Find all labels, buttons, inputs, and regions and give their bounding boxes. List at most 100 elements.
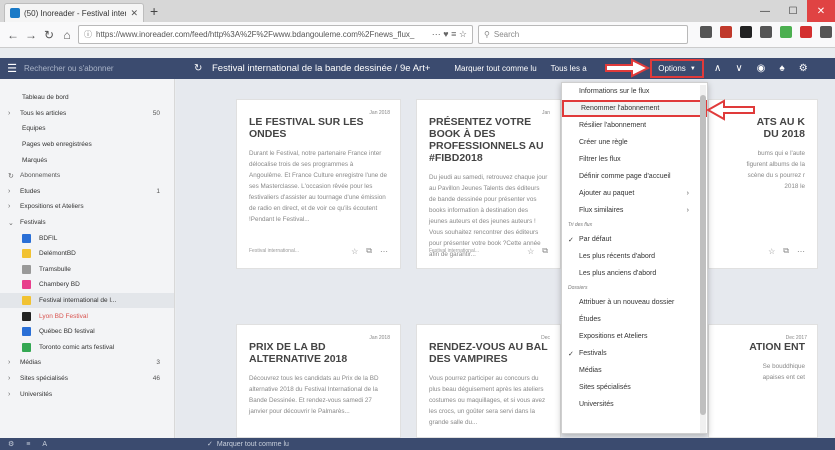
sidebar-item[interactable]: › Sites spécialisés 46 [0,371,174,387]
chevron-right-icon[interactable]: › [8,203,20,210]
sidebar-item[interactable]: Tableau de bord [0,90,174,106]
menu-item[interactable]: Flux similaires › [562,202,707,219]
browser-extension-icon[interactable] [720,26,732,38]
browser-tab[interactable]: (50) Inoreader - Festival internat... ✕ [4,3,144,22]
menu-item[interactable]: Filtrer les flux [562,151,707,168]
more-icon[interactable]: ⋯ [380,247,388,256]
chevron-right-icon[interactable]: › [8,391,20,398]
sidebar-item[interactable]: Québec BD festival [0,324,174,340]
chevron-right-icon[interactable]: › [8,110,20,117]
sidebar-item[interactable]: ↻ Abonnements [0,168,174,184]
sidebar-item[interactable]: ⌄ Festivals [0,215,174,231]
page-actions-icon[interactable]: ⋯ [432,29,441,39]
more-icon[interactable]: ⋯ [797,247,805,256]
menu-item[interactable]: Définir comme page d'accueil [562,168,707,185]
article-card[interactable]: Dec 2017 ATION ENT Se bouddhique apaises… [708,324,818,438]
close-tab-icon[interactable]: ✕ [130,8,138,19]
browser-extension-icon[interactable] [760,26,772,38]
article-title[interactable]: Le Festival sur les ondes [249,116,388,140]
chevron-right-icon[interactable]: ⌄ [8,219,20,227]
refresh-icon[interactable]: ↻ [8,172,20,180]
font-size-icon[interactable]: A [42,441,47,448]
sidebar-item[interactable]: Lyon BD Festival [0,308,174,324]
bell-icon[interactable]: ♠ [779,63,784,74]
star-icon[interactable]: ☆ [527,247,534,256]
sidebar-item[interactable]: Équipes [0,121,174,137]
menu-item[interactable]: Les plus anciens d'abord [562,265,707,282]
sidebar-item[interactable]: › Tous les articles 50 [0,106,174,122]
article-title[interactable]: ATION ENT [745,341,805,353]
menu-item[interactable]: Résilier l'abonnement [562,117,707,134]
list-view-icon[interactable]: ≡ [26,441,30,448]
sidebar-item[interactable]: BDFIL [0,230,174,246]
menu-item[interactable]: Attribuer à un nouveau dossier [562,294,707,311]
sidebar-item[interactable]: › Études 1 [0,184,174,200]
sidebar-item[interactable]: Tramsbulle [0,262,174,278]
sidebar-item[interactable]: › Expositions et Ateliers [0,199,174,215]
menu-item[interactable]: ✓ Festivals [562,345,707,362]
back-icon[interactable]: ← [4,28,22,42]
sidebar-item[interactable]: › Médias 3 [0,355,174,371]
star-icon[interactable]: ☆ [351,247,358,256]
refresh-icon[interactable]: ↻ [194,63,208,74]
menu-item[interactable]: Ajouter au paquet › [562,185,707,202]
menu-item[interactable]: ✓ Par défaut [562,231,707,248]
chevron-down-nav-icon[interactable]: ∨ [735,63,742,74]
article-card[interactable]: Jan Présentez votre book à des professio… [416,99,561,269]
app-search-input[interactable]: Rechercher ou s'abonner [24,64,174,73]
pocket-icon[interactable]: ♥ [443,29,448,39]
article-source[interactable]: Festival international... [429,248,519,254]
home-icon[interactable]: ⌂ [58,28,76,42]
menu-item[interactable]: Les plus récents d'abord [562,248,707,265]
menu-item[interactable]: Créer une règle [562,134,707,151]
settings-gear-icon[interactable]: ⚙ [799,63,808,74]
bookmark-star-icon[interactable]: ☆ [459,29,467,39]
settings-icon[interactable]: ⚙ [8,440,14,448]
chevron-right-icon[interactable]: › [8,375,20,382]
bottom-mark-all-read[interactable]: Marquer tout comme lu [217,441,289,448]
url-bar[interactable]: ⓘ https://www.inoreader.com/feed/http%3A… [78,25,473,44]
forward-icon[interactable]: → [22,28,40,42]
browser-search-bar[interactable]: ⚲ Search [478,25,688,44]
reader-view-icon[interactable]: ≡ [451,29,456,39]
maximize-icon[interactable]: ☐ [779,0,807,22]
browser-extension-icon[interactable] [780,26,792,38]
reload-icon[interactable]: ↻ [40,28,58,42]
article-title[interactable]: Rendez-vous au bal des vampires [429,341,548,365]
browser-extension-icon[interactable] [740,26,752,38]
sidebar-item[interactable]: Festival international de l... [0,292,174,309]
mark-all-read-button[interactable]: Marquer tout comme lu [454,64,536,73]
browser-extension-icon[interactable] [820,26,832,38]
chevron-up-icon[interactable]: ∧ [714,63,721,74]
all-items-filter[interactable]: Tous les a [551,64,587,73]
sidebar-item[interactable]: › Universités [0,386,174,402]
article-card[interactable]: Jan 2018 Le Festival sur les ondes Duran… [236,99,401,269]
browser-extension-icon[interactable] [700,26,712,38]
rename-subscription-item[interactable]: Renommer l'abonnement [562,100,707,117]
options-button[interactable]: Options ▼ [650,59,704,78]
article-card[interactable]: ATS AU K DU 2018 bums qui e l'aute figur… [708,99,818,269]
menu-item[interactable]: Études [562,311,707,328]
sidebar-item[interactable]: Toronto comic arts festival [0,340,174,356]
chevron-right-icon[interactable]: › [8,188,20,195]
open-external-icon[interactable]: ⧉ [783,246,789,256]
article-source[interactable]: Festival international... [249,248,343,254]
menu-item[interactable]: Universités [562,396,707,413]
menu-item[interactable]: Informations sur le flux [562,83,707,100]
article-title[interactable]: Prix de la BD alternative 2018 [249,341,388,365]
window-close-icon[interactable]: ✕ [807,0,835,22]
sidebar-item[interactable]: Chambery BD [0,277,174,293]
sidebar-item[interactable]: Pages web enregistrées [0,137,174,153]
hamburger-menu-icon[interactable]: ☰ [0,62,24,75]
open-external-icon[interactable]: ⧉ [366,246,372,256]
menu-scrollbar[interactable] [700,85,706,433]
sidebar-item[interactable]: DelémontBD [0,246,174,262]
star-icon[interactable]: ☆ [768,247,775,256]
open-external-icon[interactable]: ⧉ [542,246,548,256]
chevron-right-icon[interactable]: › [8,359,20,366]
menu-item[interactable]: Sites spécialisés [562,379,707,396]
article-card[interactable]: Dec Rendez-vous au bal des vampires Vous… [416,324,561,438]
minimize-icon[interactable]: — [751,0,779,22]
article-title[interactable]: Présentez votre book à des professionnel… [429,116,548,164]
sidebar-item[interactable]: Marqués [0,152,174,168]
